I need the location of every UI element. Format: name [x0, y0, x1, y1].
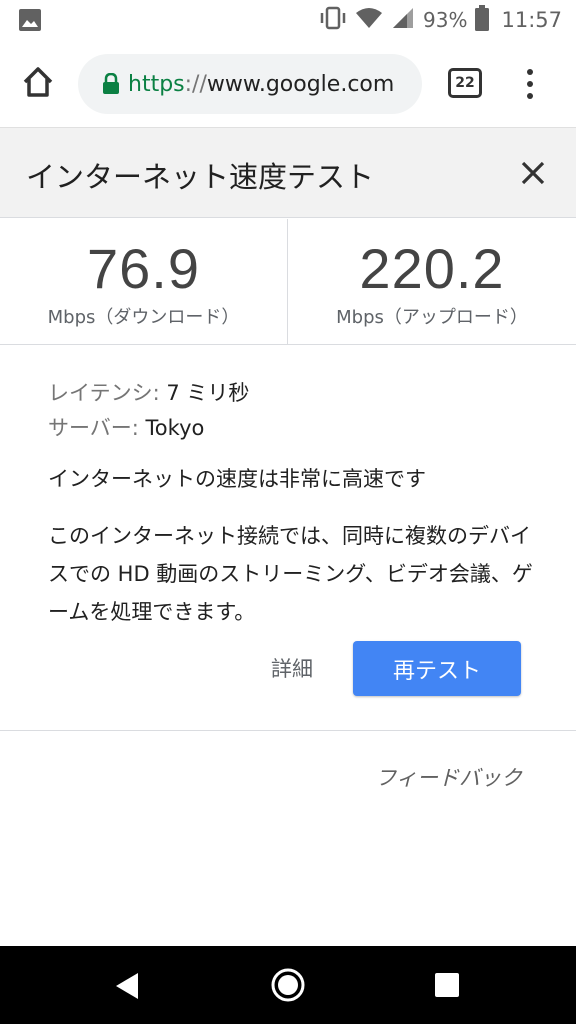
download-value: 76.9: [87, 237, 200, 300]
speed-description: このインターネット接続では、同時に複数のデバイスでの HD 動画のストリーミング…: [48, 524, 533, 624]
home-button[interactable]: [18, 62, 58, 102]
details-button[interactable]: 詳細: [256, 646, 328, 690]
speed-test-header: インターネット速度テスト: [0, 128, 576, 218]
back-button[interactable]: [110, 968, 146, 1004]
home-icon: [23, 67, 53, 97]
nav-home-icon: [271, 968, 305, 1002]
clock: 11:57: [501, 8, 562, 32]
overflow-menu-button[interactable]: [518, 66, 542, 102]
vibrate-icon: [319, 6, 347, 34]
tab-switcher-button[interactable]: 22: [448, 68, 482, 98]
latency-value: 7 ミリ秒: [166, 381, 250, 405]
download-unit: Mbps（ダウンロード）: [47, 307, 240, 328]
dot-icon: [527, 93, 533, 99]
upload-unit: Mbps（アップロード）: [336, 307, 528, 328]
battery-icon: [475, 5, 490, 35]
close-icon: [521, 161, 545, 185]
dot-icon: [527, 81, 533, 87]
latency-line: レイテンシ: 7 ミリ秒: [48, 376, 548, 411]
download-result: 76.9 Mbps（ダウンロード）: [0, 219, 288, 345]
system-nav-bar: [0, 946, 576, 1024]
connection-details: レイテンシ: 7 ミリ秒 サーバー: Tokyo: [48, 376, 548, 446]
address-bar[interactable]: https://www.google.com: [78, 54, 422, 114]
divider: [0, 730, 576, 731]
wifi-icon: [355, 6, 383, 34]
server-value: Tokyo: [145, 416, 205, 440]
status-bar: 93% 11:57: [0, 0, 576, 40]
latency-label: レイテンシ:: [48, 381, 167, 405]
url-scheme: https: [128, 71, 185, 97]
url-host: www.google.com: [206, 71, 395, 97]
speed-summary: インターネットの速度は非常に高速です: [48, 467, 426, 491]
battery-percent: 93%: [423, 8, 468, 32]
lock-icon: [102, 73, 120, 95]
browser-toolbar: https://www.google.com 22: [0, 40, 576, 128]
retest-button[interactable]: 再テスト: [353, 641, 521, 696]
image-notification-icon: [18, 8, 42, 36]
url-text: https://www.google.com: [128, 72, 394, 97]
back-icon: [116, 973, 138, 999]
server-line: サーバー: Tokyo: [48, 411, 548, 446]
speed-test-title: インターネット速度テスト: [26, 160, 375, 194]
dot-icon: [527, 69, 533, 75]
upload-value: 220.2: [359, 237, 505, 300]
upload-result: 220.2 Mbps（アップロード）: [288, 219, 576, 345]
close-button[interactable]: [514, 154, 552, 192]
url-separator: ://: [184, 71, 207, 97]
cell-signal-icon: [391, 6, 415, 34]
server-label: サーバー:: [48, 416, 146, 440]
nav-home-button[interactable]: [268, 965, 308, 1005]
feedback-link[interactable]: フィードバック: [375, 762, 522, 792]
speed-results: 76.9 Mbps（ダウンロード） 220.2 Mbps（アップロード）: [0, 219, 576, 345]
recent-apps-button[interactable]: [435, 973, 459, 997]
